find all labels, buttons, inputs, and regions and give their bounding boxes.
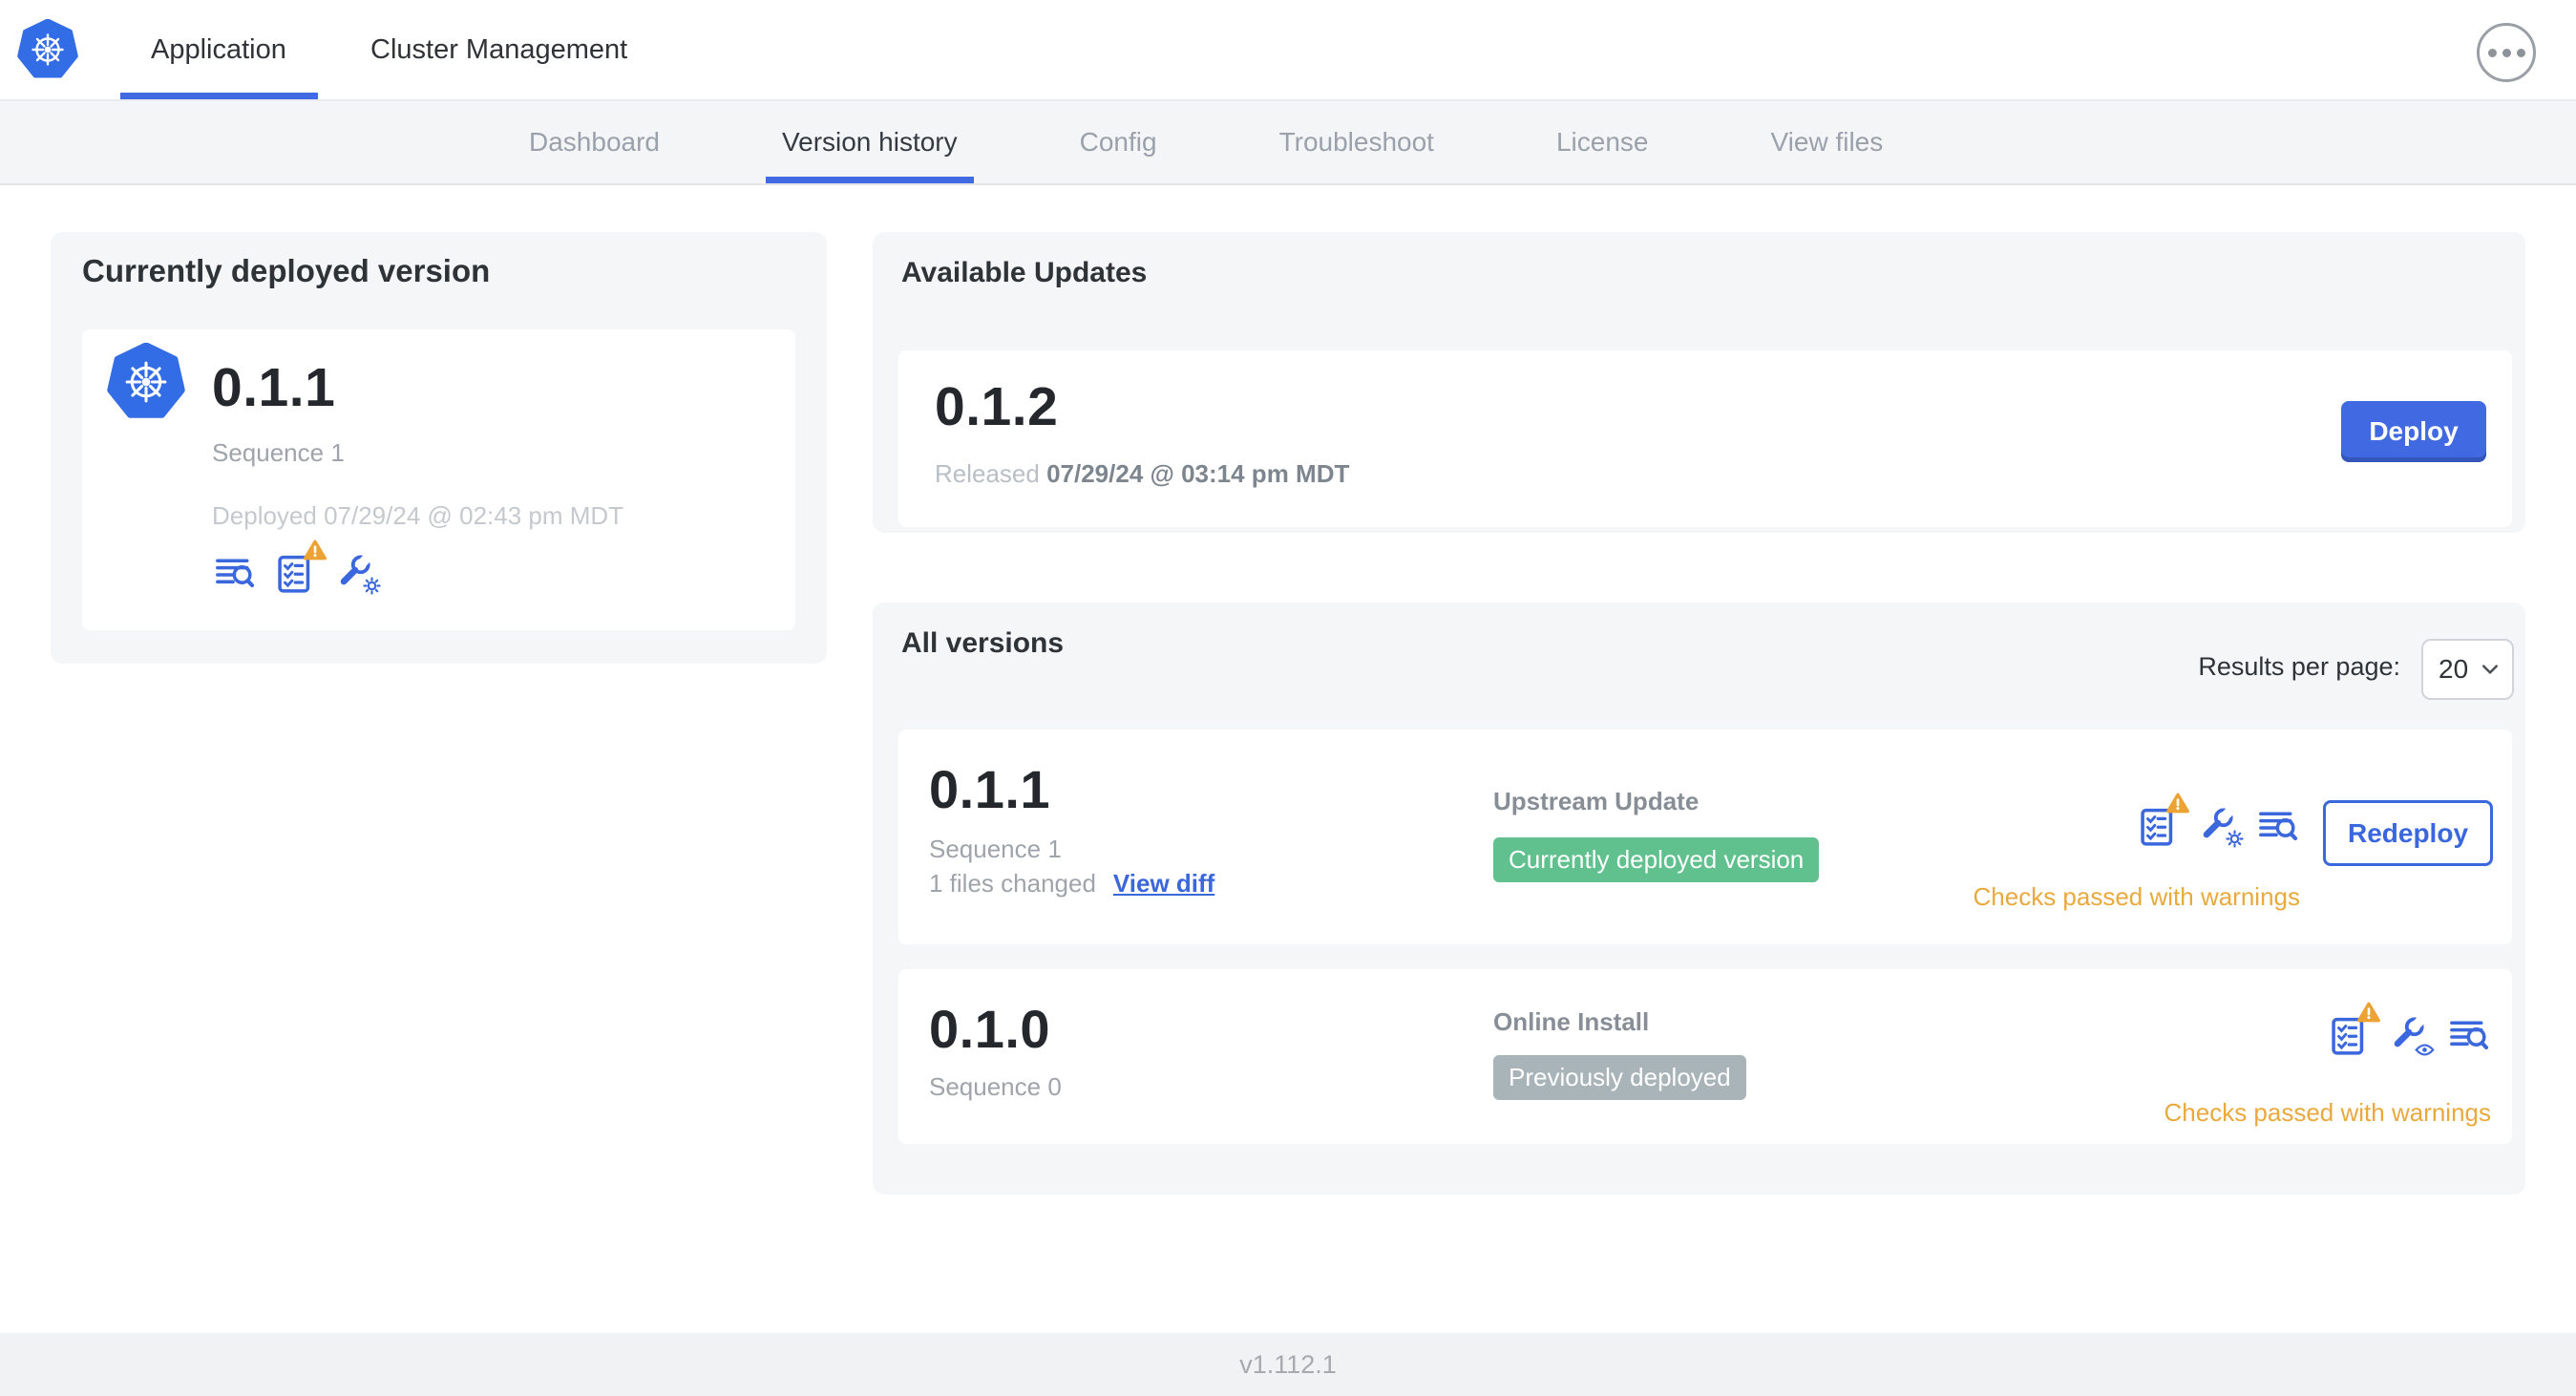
tab-config[interactable]: Config [1080,101,1157,183]
footer: v1.112.1 [0,1333,2576,1396]
files-changed-label: 1 files changed [929,869,1096,898]
tab-cluster-management-label: Cluster Management [370,33,628,65]
row-version-number: 0.1.1 [929,759,1051,819]
update-row: 0.1.2 Released 07/29/24 @ 03:14 pm MDT D… [898,350,2512,527]
version-row-0-1-0: 0.1.0 Sequence 0 Online Install Previous… [898,969,2512,1144]
warning-triangle-icon [304,539,327,565]
update-released-date: Released 07/29/24 @ 03:14 pm MDT [935,459,1350,488]
results-per-page-select[interactable]: 20 [2421,639,2514,700]
app-window: Application Cluster Management Dashboard… [0,0,2576,1396]
currently-deployed-version-panel: 0.1.1 Sequence 1 Deployed 07/29/24 @ 02:… [82,329,795,630]
deploy-button[interactable]: Deploy [2341,401,2486,462]
currently-deployed-title: Currently deployed version [82,253,491,288]
all-versions-card: All versions Results per page: 20 0.1.1 … [873,603,2525,1195]
eye-icon [2415,1043,2435,1062]
checks-status-text: Checks passed with warnings [1973,882,2301,911]
chevron-down-icon [2482,665,2498,674]
checks-status-text: Checks passed with warnings [2164,1098,2492,1127]
gear-icon [2226,830,2244,853]
row-version-number: 0.1.0 [929,999,1051,1059]
top-nav: Application Cluster Management [0,0,2576,101]
logs-icon[interactable] [2446,1013,2491,1058]
tab-application[interactable]: Application [120,0,318,99]
currently-deployed-card: Currently deployed version 0.1.1 Sequenc… [51,232,827,664]
tab-version-history[interactable]: Version history [766,101,974,183]
warning-triangle-icon [2166,793,2189,818]
row-sequence: Sequence 0 [929,1072,1062,1101]
preflight-checks-icon[interactable] [2135,793,2189,849]
tab-troubleshoot[interactable]: Troubleshoot [1279,101,1434,183]
overflow-menu-button[interactable] [2477,23,2536,82]
tab-license[interactable]: License [1556,101,1649,183]
kubernetes-app-icon [107,342,185,426]
view-diff-link[interactable]: View diff [1113,869,1214,899]
row-sequence: Sequence 1 [929,835,1062,863]
row-source-label: Online Install [1493,1007,1650,1036]
results-per-page-label: Results per page: [2198,652,2400,681]
preflight-checks-icon[interactable] [272,539,327,596]
available-updates-card: Available Updates 0.1.2 Released 07/29/2… [873,232,2525,533]
current-version-number: 0.1.1 [212,357,336,418]
version-row-0-1-1: 0.1.1 Sequence 1 1 files changed View di… [898,730,2512,944]
tab-dashboard[interactable]: Dashboard [529,101,660,183]
edit-config-icon[interactable] [332,551,381,596]
tab-cluster-management[interactable]: Cluster Management [370,0,627,99]
update-version-number: 0.1.2 [935,376,1059,437]
kubernetes-logo-icon [17,18,78,85]
logs-icon[interactable] [2255,804,2300,849]
console-version-label: v1.112.1 [1239,1349,1337,1379]
current-version-deployed-date: Deployed 07/29/24 @ 02:43 pm MDT [212,501,624,530]
warning-triangle-icon [2357,1002,2380,1027]
app-subnav: Dashboard Version history Config Trouble… [0,101,2576,185]
currently-deployed-badge: Currently deployed version [1493,837,1820,882]
gear-icon [363,577,381,600]
previously-deployed-badge: Previously deployed [1493,1055,1746,1100]
ellipsis-icon [2487,48,2497,57]
tab-view-files[interactable]: View files [1770,101,1883,183]
edit-config-icon[interactable] [2195,804,2244,849]
tab-application-label: Application [151,33,286,65]
current-version-sequence: Sequence 1 [212,438,345,467]
redeploy-button[interactable]: Redeploy [2323,800,2493,866]
logs-icon[interactable] [212,551,257,596]
preflight-checks-icon[interactable] [2326,1002,2380,1058]
view-config-icon[interactable] [2386,1013,2435,1058]
all-versions-title: All versions [901,627,1065,659]
available-updates-title: Available Updates [901,257,1148,288]
row-source-label: Upstream Update [1493,787,1700,815]
